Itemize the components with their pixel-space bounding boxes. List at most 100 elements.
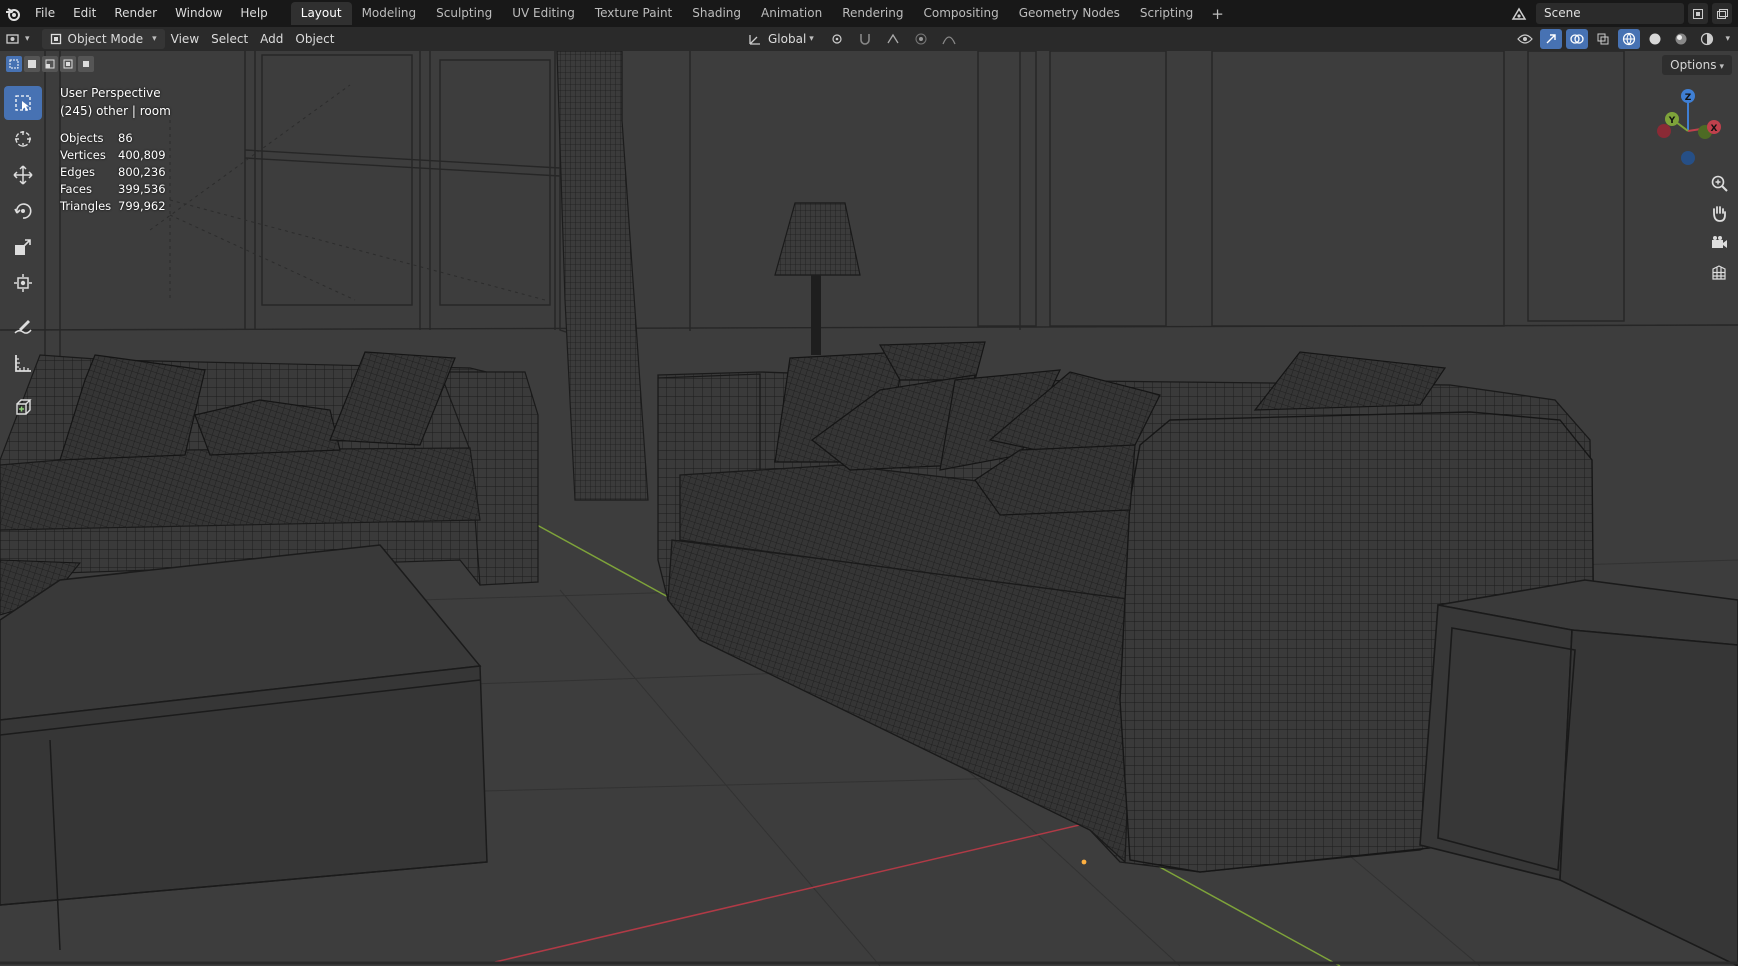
- add-cube-icon[interactable]: [4, 390, 42, 424]
- lamp-shade: [774, 202, 861, 276]
- menu-file[interactable]: File: [26, 0, 64, 27]
- editor-type-icon[interactable]: ▾: [0, 29, 36, 49]
- scene-icon: [1508, 3, 1530, 24]
- orientation-icon: [749, 35, 760, 45]
- object-mode-icon: [50, 33, 61, 45]
- stat-value: 399,536: [118, 182, 166, 196]
- add-workspace-button[interactable]: +: [1203, 5, 1232, 23]
- transform-icon[interactable]: [4, 266, 42, 300]
- select-new-icon[interactable]: [6, 56, 22, 72]
- origin-dot: [1081, 859, 1087, 865]
- select-difference-icon[interactable]: [60, 56, 76, 72]
- pivot-point-icon[interactable]: [826, 29, 848, 49]
- select-intersect-icon[interactable]: [78, 56, 94, 72]
- viewport-info-overlay: User Perspective (245) other | room Obje…: [60, 84, 171, 215]
- new-scene-icon[interactable]: [1688, 3, 1708, 24]
- material-shading-icon[interactable]: [1670, 29, 1692, 49]
- options-dropdown[interactable]: Options ▾: [1662, 55, 1732, 75]
- menu-render[interactable]: Render: [105, 0, 166, 27]
- workspace-tabs: Layout Modeling Sculpting UV Editing Tex…: [290, 0, 1232, 27]
- viewport-header: ▾ Object Mode ▾ View Select Add Object Gl…: [0, 27, 1738, 51]
- tool-shelf: [4, 86, 42, 424]
- menu-object[interactable]: Object: [289, 29, 340, 49]
- coffee-table: [0, 544, 488, 951]
- navigation-gizmo[interactable]: Z Y X: [1648, 86, 1728, 170]
- pan-hand-icon[interactable]: [1706, 201, 1732, 225]
- falloff-icon[interactable]: [938, 29, 960, 49]
- zoom-icon[interactable]: [1706, 171, 1732, 195]
- measure-icon[interactable]: [4, 346, 42, 380]
- tab-sculpting[interactable]: Sculpting: [426, 2, 502, 25]
- select-extend-icon[interactable]: [24, 56, 40, 72]
- proportional-edit-icon[interactable]: [910, 29, 932, 49]
- tab-modeling[interactable]: Modeling: [352, 2, 427, 25]
- cursor-icon[interactable]: [4, 122, 42, 156]
- camera-view-icon[interactable]: [1706, 231, 1732, 255]
- tab-geometry-nodes[interactable]: Geometry Nodes: [1009, 2, 1130, 25]
- 3d-viewport[interactable]: User Perspective (245) other | room Obje…: [0, 51, 1738, 966]
- x-axis-line: [494, 807, 1153, 963]
- rendered-shading-icon[interactable]: [1696, 29, 1718, 49]
- tab-animation[interactable]: Animation: [751, 2, 832, 25]
- side-table: [1419, 579, 1738, 966]
- gizmo-z-label: Z: [1685, 93, 1692, 103]
- view-layer-icon[interactable]: [1712, 3, 1732, 24]
- xray-toggle-icon[interactable]: [1592, 29, 1614, 49]
- select-box-icon[interactable]: [4, 86, 42, 120]
- stat-label: Edges: [60, 165, 95, 179]
- menu-view[interactable]: View: [165, 29, 205, 49]
- stat-row: Triangles 799,962: [60, 198, 166, 215]
- orientation-selector[interactable]: Global ▾: [742, 29, 820, 49]
- rotate-icon[interactable]: [4, 194, 42, 228]
- tab-layout[interactable]: Layout: [290, 2, 352, 25]
- blender-logo-icon[interactable]: [0, 0, 26, 27]
- menu-help[interactable]: Help: [231, 0, 276, 27]
- wireframe-shading-icon[interactable]: [1618, 29, 1641, 49]
- visibility-eye-icon[interactable]: [1514, 29, 1536, 49]
- tab-scripting[interactable]: Scripting: [1130, 2, 1203, 25]
- solid-shading-icon[interactable]: [1644, 29, 1666, 49]
- scene-statistics: Objects 86 Vertices 400,809 Edges 800,236 F…: [60, 130, 166, 215]
- mode-selector[interactable]: Object Mode ▾: [41, 29, 165, 49]
- stat-row: Objects 86: [60, 130, 166, 147]
- gizmo-toggle-icon[interactable]: [1540, 29, 1563, 49]
- stat-row: Edges 800,236: [60, 164, 166, 181]
- menu-edit[interactable]: Edit: [64, 0, 105, 27]
- mode-label: Object Mode: [67, 32, 144, 46]
- select-mode-buttons: [6, 56, 94, 72]
- select-subtract-icon[interactable]: [42, 56, 58, 72]
- options-label: Options: [1670, 58, 1717, 72]
- stat-row: Vertices 400,809: [60, 147, 166, 164]
- tab-compositing[interactable]: Compositing: [913, 2, 1008, 25]
- gizmo-x-label: X: [1711, 124, 1718, 134]
- orientation-label: Global: [768, 32, 807, 46]
- snap-target-icon[interactable]: [882, 29, 904, 49]
- menu-window[interactable]: Window: [166, 0, 231, 27]
- wireframe-scene: [0, 51, 1738, 966]
- tab-uv-editing[interactable]: UV Editing: [502, 2, 585, 25]
- lamp-pole: [811, 275, 821, 355]
- transform-controls: Global ▾: [742, 29, 960, 49]
- stat-value: 800,236: [118, 165, 166, 179]
- top-right-icons: [1688, 3, 1732, 24]
- stat-label: Triangles: [60, 199, 112, 213]
- shading-dropdown-icon[interactable]: ▾: [1725, 34, 1730, 44]
- scene-selector[interactable]: Scene: [1508, 3, 1684, 24]
- scene-name[interactable]: Scene: [1536, 3, 1684, 24]
- menu-add[interactable]: Add: [254, 29, 289, 49]
- gizmo-y-label: Y: [1668, 116, 1676, 126]
- stat-label: Objects: [60, 131, 104, 145]
- tab-texture-paint[interactable]: Texture Paint: [585, 2, 682, 25]
- scale-icon[interactable]: [4, 230, 42, 264]
- collection-info: (245) other | room: [60, 104, 171, 118]
- move-icon[interactable]: [4, 158, 42, 192]
- overlay-toggle-icon[interactable]: [1566, 29, 1589, 49]
- tab-shading[interactable]: Shading: [682, 2, 751, 25]
- menu-select[interactable]: Select: [205, 29, 254, 49]
- tab-rendering[interactable]: Rendering: [832, 2, 913, 25]
- ortho-grid-icon[interactable]: [1706, 261, 1732, 285]
- neg-z-handle: [1681, 151, 1695, 165]
- annotate-icon[interactable]: [4, 310, 42, 344]
- snap-icon[interactable]: [854, 29, 876, 49]
- view-name: User Perspective: [60, 86, 161, 100]
